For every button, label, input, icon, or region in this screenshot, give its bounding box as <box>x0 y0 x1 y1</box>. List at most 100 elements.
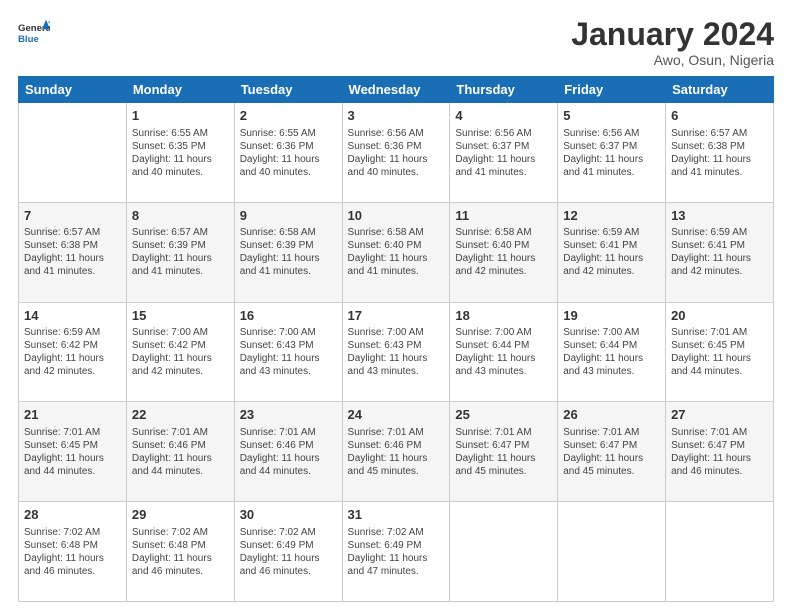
day-number: 3 <box>348 107 445 125</box>
table-row: 26Sunrise: 7:01 AM Sunset: 6:47 PM Dayli… <box>558 402 666 502</box>
day-info: Sunrise: 7:01 AM Sunset: 6:46 PM Dayligh… <box>348 426 445 478</box>
day-info: Sunrise: 7:01 AM Sunset: 6:47 PM Dayligh… <box>563 426 660 478</box>
table-row: 12Sunrise: 6:59 AM Sunset: 6:41 PM Dayli… <box>558 202 666 302</box>
day-info: Sunrise: 6:57 AM Sunset: 6:39 PM Dayligh… <box>132 226 229 278</box>
table-row: 16Sunrise: 7:00 AM Sunset: 6:43 PM Dayli… <box>234 302 342 402</box>
day-info: Sunrise: 6:55 AM Sunset: 6:36 PM Dayligh… <box>240 127 337 179</box>
table-row: 11Sunrise: 6:58 AM Sunset: 6:40 PM Dayli… <box>450 202 558 302</box>
table-row: 5 Sunrise: 6:56 AM Sunset: 6:37 PM Daylig… <box>558 103 666 203</box>
table-row: 22 Sunrise: 7:01 AM Sunset: 6:46 PM Dayli… <box>126 402 234 502</box>
day-info: Sunrise: 7:00 AM Sunset: 6:43 PM Dayligh… <box>240 326 337 378</box>
day-info: Sunrise: 7:00 AM Sunset: 6:42 PM Dayligh… <box>132 326 229 378</box>
col-tuesday: Tuesday <box>234 77 342 103</box>
day-info: Sunrise: 7:02 AM Sunset: 6:48 PM Dayligh… <box>132 526 229 578</box>
col-monday: Monday <box>126 77 234 103</box>
calendar-week-row: 1 Sunrise: 6:55 AM Sunset: 6:35 PM Daylig… <box>19 103 774 203</box>
day-number: 20 <box>671 307 768 325</box>
table-row: 15Sunrise: 7:00 AM Sunset: 6:42 PM Dayli… <box>126 302 234 402</box>
day-number: 29 <box>132 506 229 524</box>
title-block: January 2024 Awo, Osun, Nigeria <box>571 18 774 68</box>
table-row: 17Sunrise: 7:00 AM Sunset: 6:43 PM Dayli… <box>342 302 450 402</box>
table-row <box>450 502 558 602</box>
day-number: 22 <box>132 406 229 424</box>
day-info: Sunrise: 7:00 AM Sunset: 6:44 PM Dayligh… <box>455 326 552 378</box>
day-number: 24 <box>348 406 445 424</box>
table-row: 3 Sunrise: 6:56 AM Sunset: 6:36 PM Daylig… <box>342 103 450 203</box>
day-info: Sunrise: 6:57 AM Sunset: 6:38 PM Dayligh… <box>671 127 768 179</box>
table-row: 23 Sunrise: 7:01 AM Sunset: 6:46 PM Dayli… <box>234 402 342 502</box>
day-info: Sunrise: 6:56 AM Sunset: 6:36 PM Dayligh… <box>348 127 445 179</box>
table-row <box>666 502 774 602</box>
day-info: Sunrise: 7:00 AM Sunset: 6:43 PM Dayligh… <box>348 326 445 378</box>
day-info: Sunrise: 6:59 AM Sunset: 6:41 PM Dayligh… <box>563 226 660 278</box>
day-number: 16 <box>240 307 337 325</box>
calendar-week-row: 28 Sunrise: 7:02 AM Sunset: 6:48 PM Dayli… <box>19 502 774 602</box>
day-info: Sunrise: 7:00 AM Sunset: 6:44 PM Dayligh… <box>563 326 660 378</box>
col-thursday: Thursday <box>450 77 558 103</box>
day-number: 12 <box>563 207 660 225</box>
calendar-week-row: 21 Sunrise: 7:01 AM Sunset: 6:45 PM Dayli… <box>19 402 774 502</box>
day-number: 28 <box>24 506 121 524</box>
location: Awo, Osun, Nigeria <box>571 52 774 68</box>
day-number: 17 <box>348 307 445 325</box>
day-info: Sunrise: 7:01 AM Sunset: 6:45 PM Dayligh… <box>24 426 121 478</box>
day-info: Sunrise: 7:01 AM Sunset: 6:45 PM Dayligh… <box>671 326 768 378</box>
table-row: 18Sunrise: 7:00 AM Sunset: 6:44 PM Dayli… <box>450 302 558 402</box>
day-info: Sunrise: 6:56 AM Sunset: 6:37 PM Dayligh… <box>563 127 660 179</box>
day-info: Sunrise: 6:56 AM Sunset: 6:37 PM Dayligh… <box>455 127 552 179</box>
day-number: 18 <box>455 307 552 325</box>
day-info: Sunrise: 7:01 AM Sunset: 6:46 PM Dayligh… <box>132 426 229 478</box>
calendar-week-row: 14Sunrise: 6:59 AM Sunset: 6:42 PM Dayli… <box>19 302 774 402</box>
day-number: 6 <box>671 107 768 125</box>
calendar-table: Sunday Monday Tuesday Wednesday Thursday… <box>18 76 774 602</box>
day-number: 23 <box>240 406 337 424</box>
page: General Blue January 2024 Awo, Osun, Nig… <box>0 0 792 612</box>
day-info: Sunrise: 7:01 AM Sunset: 6:47 PM Dayligh… <box>671 426 768 478</box>
table-row: 28Sunrise: 7:02 AM Sunset: 6:48 PM Dayli… <box>19 502 127 602</box>
col-sunday: Sunday <box>19 77 127 103</box>
table-row: 10Sunrise: 6:58 AM Sunset: 6:40 PM Dayli… <box>342 202 450 302</box>
day-number: 13 <box>671 207 768 225</box>
table-row: 13Sunrise: 6:59 AM Sunset: 6:41 PM Dayli… <box>666 202 774 302</box>
day-number: 15 <box>132 307 229 325</box>
day-number: 31 <box>348 506 445 524</box>
day-info: Sunrise: 6:55 AM Sunset: 6:35 PM Dayligh… <box>132 127 229 179</box>
table-row: 4 Sunrise: 6:56 AM Sunset: 6:37 PM Daylig… <box>450 103 558 203</box>
table-row: 24 Sunrise: 7:01 AM Sunset: 6:46 PM Dayli… <box>342 402 450 502</box>
day-number: 8 <box>132 207 229 225</box>
table-row: 20Sunrise: 7:01 AM Sunset: 6:45 PM Dayli… <box>666 302 774 402</box>
day-info: Sunrise: 6:58 AM Sunset: 6:40 PM Dayligh… <box>455 226 552 278</box>
calendar-week-row: 7Sunrise: 6:57 AM Sunset: 6:38 PM Daylig… <box>19 202 774 302</box>
table-row <box>558 502 666 602</box>
svg-text:Blue: Blue <box>18 34 39 45</box>
table-row: 2 Sunrise: 6:55 AM Sunset: 6:36 PM Daylig… <box>234 103 342 203</box>
day-info: Sunrise: 7:01 AM Sunset: 6:46 PM Dayligh… <box>240 426 337 478</box>
day-info: Sunrise: 6:57 AM Sunset: 6:38 PM Dayligh… <box>24 226 121 278</box>
day-number: 1 <box>132 107 229 125</box>
day-info: Sunrise: 6:59 AM Sunset: 6:42 PM Dayligh… <box>24 326 121 378</box>
day-info: Sunrise: 6:58 AM Sunset: 6:39 PM Dayligh… <box>240 226 337 278</box>
logo: General Blue <box>18 18 50 50</box>
day-number: 7 <box>24 207 121 225</box>
day-number: 11 <box>455 207 552 225</box>
table-row: 27Sunrise: 7:01 AM Sunset: 6:47 PM Dayli… <box>666 402 774 502</box>
header: General Blue January 2024 Awo, Osun, Nig… <box>18 18 774 68</box>
day-number: 10 <box>348 207 445 225</box>
day-number: 2 <box>240 107 337 125</box>
table-row: 8Sunrise: 6:57 AM Sunset: 6:39 PM Daylig… <box>126 202 234 302</box>
table-row: 31Sunrise: 7:02 AM Sunset: 6:49 PM Dayli… <box>342 502 450 602</box>
month-title: January 2024 <box>571 18 774 50</box>
day-info: Sunrise: 7:01 AM Sunset: 6:47 PM Dayligh… <box>455 426 552 478</box>
col-friday: Friday <box>558 77 666 103</box>
day-info: Sunrise: 6:59 AM Sunset: 6:41 PM Dayligh… <box>671 226 768 278</box>
table-row: 9Sunrise: 6:58 AM Sunset: 6:39 PM Daylig… <box>234 202 342 302</box>
day-number: 14 <box>24 307 121 325</box>
day-number: 19 <box>563 307 660 325</box>
day-number: 21 <box>24 406 121 424</box>
day-number: 4 <box>455 107 552 125</box>
day-info: Sunrise: 7:02 AM Sunset: 6:49 PM Dayligh… <box>240 526 337 578</box>
table-row: 1 Sunrise: 6:55 AM Sunset: 6:35 PM Daylig… <box>126 103 234 203</box>
table-row: 21 Sunrise: 7:01 AM Sunset: 6:45 PM Dayli… <box>19 402 127 502</box>
day-number: 5 <box>563 107 660 125</box>
table-row: 7Sunrise: 6:57 AM Sunset: 6:38 PM Daylig… <box>19 202 127 302</box>
